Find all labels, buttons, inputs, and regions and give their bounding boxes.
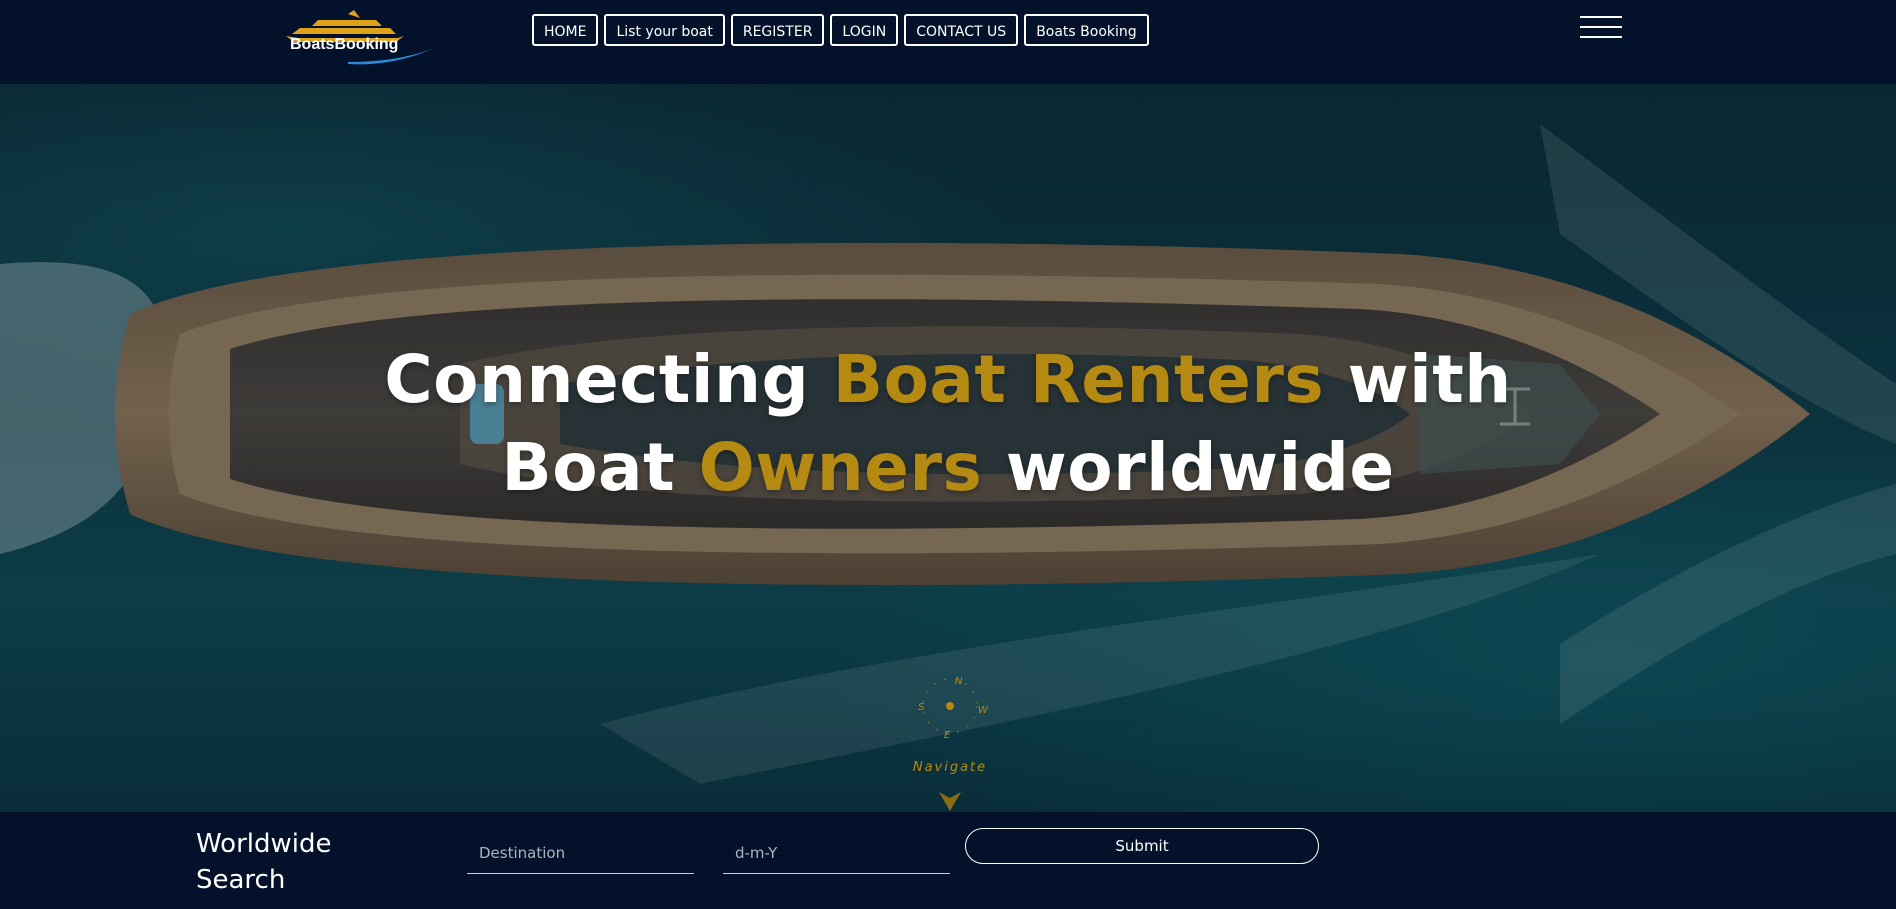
compass-letter-s: S xyxy=(918,702,925,713)
headline-text: Boat xyxy=(501,429,699,507)
headline-text: worldwide xyxy=(982,429,1395,507)
nav-home-link[interactable]: HOME xyxy=(532,14,599,46)
nav-list-your-boat-link[interactable]: List your boat xyxy=(604,14,725,46)
compass-letter-w: W xyxy=(978,705,989,716)
submit-button[interactable]: Submit xyxy=(965,828,1319,864)
search-title: Worldwide Search xyxy=(196,826,332,898)
brand-logo[interactable]: BoatsBooking xyxy=(278,8,438,66)
destination-input[interactable] xyxy=(467,832,694,874)
top-navigation-bar: BoatsBooking HOME List your boat REGISTE… xyxy=(0,0,1896,84)
hero-headline: Connecting Boat Renters with Boat Owners… xyxy=(0,336,1896,512)
main-menu: HOME List your boat REGISTER LOGIN CONTA… xyxy=(532,14,1149,46)
headline-text: Connecting xyxy=(384,341,833,419)
headline-accent-renters: Boat Renters xyxy=(832,341,1325,419)
date-input[interactable] xyxy=(723,832,950,874)
search-title-line2: Search xyxy=(196,865,286,895)
nav-boats-booking-link[interactable]: Boats Booking xyxy=(1024,14,1149,46)
nav-register-link[interactable]: REGISTER xyxy=(730,14,825,46)
nav-contact-us-link[interactable]: CONTACT US xyxy=(904,14,1019,46)
headline-text: with xyxy=(1324,341,1512,419)
search-title-line1: Worldwide xyxy=(196,829,332,859)
worldwide-search-bar: Worldwide Search Submit xyxy=(0,812,1896,909)
chevron-down-icon[interactable] xyxy=(939,790,961,812)
hamburger-icon[interactable] xyxy=(1580,16,1622,42)
compass-letter-e: E xyxy=(944,730,951,741)
headline-accent-owners: Owners xyxy=(698,429,983,507)
hero-section: Connecting Boat Renters with Boat Owners… xyxy=(0,84,1896,812)
logo-text: BoatsBooking xyxy=(290,36,399,53)
nav-login-link[interactable]: LOGIN xyxy=(830,14,899,46)
compass-icon: N W E S xyxy=(918,676,989,741)
navigate-label: Navigate xyxy=(912,760,988,775)
compass-letter-n: N xyxy=(955,676,963,687)
